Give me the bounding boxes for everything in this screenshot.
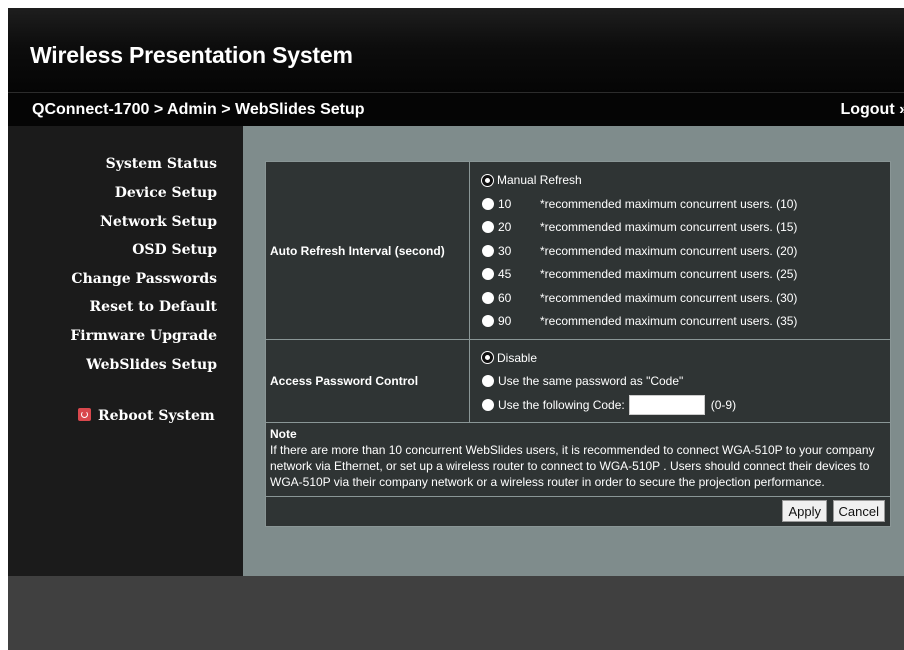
refresh-option-20[interactable]: 20 *recommended maximum concurrent users… <box>482 215 890 239</box>
note-box: Note If there are more than 10 concurren… <box>265 423 891 497</box>
radio-icon[interactable] <box>482 221 494 233</box>
option-value: 20 <box>498 220 512 234</box>
sidebar: System Status Device Setup Network Setup… <box>8 126 243 576</box>
sidebar-item-osd-setup[interactable]: OSD Setup <box>132 242 217 258</box>
sidebar-item-reset-to-default[interactable]: Reset to Default <box>90 299 217 315</box>
option-value: 90 <box>498 314 512 328</box>
refresh-option-90[interactable]: 90 *recommended maximum concurrent users… <box>482 309 890 333</box>
radio-checked-icon[interactable] <box>482 174 493 186</box>
breadcrumb-bar: QConnect-1700 > Admin > WebSlides Setup … <box>8 92 904 126</box>
code-range-hint: (0-9) <box>710 397 737 412</box>
code-input[interactable] <box>628 394 705 415</box>
option-label: Use the following Code: <box>498 397 625 412</box>
refresh-option-manual[interactable]: Manual Refresh <box>482 168 890 192</box>
refresh-option-10[interactable]: 10 *recommended maximum concurrent users… <box>482 192 890 216</box>
option-note: *recommended maximum concurrent users. (… <box>540 243 798 258</box>
cancel-button[interactable]: Cancel <box>832 500 885 522</box>
footer-area <box>8 576 904 650</box>
option-label: Manual Refresh <box>497 173 582 187</box>
radio-icon[interactable] <box>482 244 494 257</box>
reboot-label: Reboot System <box>98 408 215 424</box>
main-content: Auto Refresh Interval (second) Manual Re… <box>243 126 904 576</box>
radio-icon[interactable] <box>482 268 494 280</box>
password-option-disable[interactable]: Disable <box>482 346 890 370</box>
option-value: 10 <box>498 196 512 211</box>
radio-checked-icon[interactable] <box>482 352 493 363</box>
refresh-option-45[interactable]: 45 *recommended maximum concurrent users… <box>482 262 890 286</box>
access-password-label: Access Password Control <box>265 339 470 423</box>
page-frame: Wireless Presentation System QConnect-17… <box>8 8 904 650</box>
refresh-option-60[interactable]: 60 *recommended maximum concurrent users… <box>482 286 890 310</box>
radio-icon[interactable] <box>482 197 494 210</box>
sidebar-item-change-passwords[interactable]: Change Passwords <box>71 271 217 287</box>
option-note: *recommended maximum concurrent users. (… <box>540 267 798 281</box>
option-note: *recommended maximum concurrent users. (… <box>540 290 798 305</box>
option-value: 45 <box>498 267 512 281</box>
sidebar-item-system-status[interactable]: System Status <box>106 156 217 172</box>
app-title: Wireless Presentation System <box>30 42 353 68</box>
breadcrumb: QConnect-1700 > Admin > WebSlides Setup <box>32 101 365 118</box>
option-value: 60 <box>498 290 512 305</box>
radio-icon[interactable] <box>482 398 494 411</box>
option-note: *recommended maximum concurrent users. (… <box>540 314 798 328</box>
refresh-option-30[interactable]: 30 *recommended maximum concurrent users… <box>482 239 890 263</box>
option-value: 30 <box>498 243 512 258</box>
option-label: Disable <box>497 350 538 365</box>
power-icon <box>78 408 91 421</box>
password-option-custom-code[interactable]: Use the following Code: (0-9) <box>482 393 890 417</box>
button-row: Apply Cancel <box>265 497 891 527</box>
option-note: *recommended maximum concurrent users. (… <box>540 220 798 234</box>
sidebar-item-webslides-setup[interactable]: WebSlides Setup <box>86 357 217 373</box>
refresh-interval-options: Manual Refresh 10 *recommended maximum c… <box>469 161 891 340</box>
radio-icon[interactable] <box>482 291 494 304</box>
option-label: Use the same password as "Code" <box>498 374 684 388</box>
webslides-settings-panel: Auto Refresh Interval (second) Manual Re… <box>265 161 891 527</box>
app-banner: Wireless Presentation System <box>8 8 904 92</box>
password-option-same-as-code[interactable]: Use the same password as "Code" <box>482 369 890 393</box>
apply-button[interactable]: Apply <box>782 500 827 522</box>
sidebar-item-network-setup[interactable]: Network Setup <box>100 214 217 230</box>
option-note: *recommended maximum concurrent users. (… <box>540 196 798 211</box>
logout-link[interactable]: Logout » <box>840 101 904 119</box>
refresh-interval-label: Auto Refresh Interval (second) <box>265 161 470 340</box>
access-password-options: Disable Use the same password as "Code" … <box>469 339 891 423</box>
reboot-system-link[interactable]: Reboot System <box>78 408 215 424</box>
sidebar-item-device-setup[interactable]: Device Setup <box>115 185 217 201</box>
note-text: If there are more than 10 concurrent Web… <box>270 443 875 489</box>
radio-icon[interactable] <box>482 375 494 387</box>
settings-table: Auto Refresh Interval (second) Manual Re… <box>265 161 891 423</box>
radio-icon[interactable] <box>482 315 494 327</box>
sidebar-item-firmware-upgrade[interactable]: Firmware Upgrade <box>70 328 217 344</box>
note-title: Note <box>270 427 297 441</box>
